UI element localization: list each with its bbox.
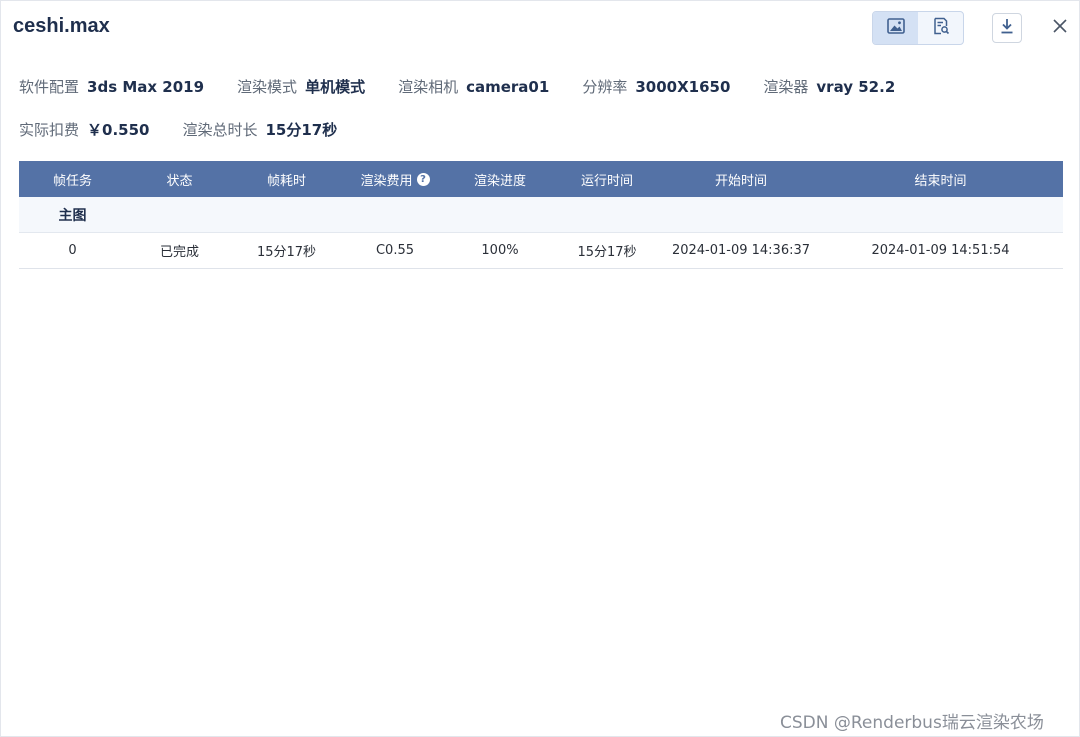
info-value: 单机模式: [305, 78, 366, 96]
document-search-icon: [932, 17, 950, 39]
close-icon: [1052, 18, 1068, 38]
info-value: camera01: [466, 77, 550, 96]
table-row[interactable]: 0 已完成 15分17秒 C0.55 100% 15分17秒 2024-01-0…: [19, 233, 1063, 269]
renderer: 渲染器 vray 52.2: [763, 76, 895, 97]
log-view-button[interactable]: [918, 12, 963, 44]
column-header: 开始时间: [714, 173, 767, 189]
info-label: 渲染相机: [398, 78, 459, 96]
help-icon[interactable]: ?: [416, 172, 430, 186]
render-mode: 渲染模式 单机模式: [237, 76, 365, 97]
image-icon: [886, 18, 905, 38]
column-header: 帧耗时: [266, 173, 306, 189]
column-header: 帧任务: [52, 173, 92, 189]
download-icon: [1000, 18, 1014, 38]
watermark: CSDN @Renderbus瑞云渲染农场: [780, 713, 1044, 733]
column-header-render-cost: 渲染费用 ?: [340, 170, 450, 189]
group-row: 主图: [19, 197, 1063, 233]
image-view-button[interactable]: [873, 12, 918, 44]
info-label: 分辨率: [582, 78, 628, 96]
group-label: 主图: [58, 207, 87, 224]
info-label: 渲染模式: [237, 78, 298, 96]
close-button[interactable]: [1047, 15, 1073, 41]
software-config: 软件配置 3ds Max 2019: [19, 76, 204, 97]
table-cell: 2024-01-09 14:51:54: [871, 243, 1010, 258]
info-label: 软件配置: [19, 78, 80, 96]
actual-cost: 实际扣费 ￥0.550: [19, 119, 149, 140]
info-value: 3ds Max 2019: [87, 77, 205, 96]
info-value: 15分17秒: [265, 121, 338, 139]
column-header: 状态: [166, 173, 193, 189]
cost-info-row: 实际扣费 ￥0.550 渲染总时长 15分17秒: [19, 119, 370, 140]
view-toggle-group: [872, 11, 964, 45]
column-header: 渲染进度: [473, 173, 526, 189]
column-header: 结束时间: [914, 173, 967, 189]
table-cell: 2024-01-09 14:36:37: [671, 243, 811, 258]
info-label: 渲染总时长: [182, 121, 258, 139]
dialog-title: ceshi.max: [13, 15, 110, 37]
info-value: vray 52.2: [816, 77, 896, 96]
column-header-label: 渲染费用: [360, 173, 413, 189]
info-label: 实际扣费: [19, 121, 80, 139]
total-render-time: 渲染总时长 15分17秒: [182, 119, 337, 140]
info-label: 渲染器: [763, 78, 809, 96]
column-header: 运行时间: [580, 173, 633, 189]
info-value: 3000X1650: [635, 77, 731, 96]
table-cell: 已完成: [159, 245, 199, 260]
download-button[interactable]: [992, 13, 1022, 43]
task-detail-dialog: ceshi.max 软件配置 3ds Max 2019 渲染模式 单机模式 渲染…: [0, 0, 1080, 737]
table-header: 帧任务 状态 帧耗时 渲染费用 ? 渲染进度 运行时间 开始时间 结束时间: [19, 161, 1063, 197]
render-info-row: 软件配置 3ds Max 2019 渲染模式 单机模式 渲染相机 camera0…: [19, 76, 928, 97]
table-cell: 0: [68, 243, 77, 258]
table-cell: 15分17秒: [577, 245, 637, 260]
resolution: 分辨率 3000X1650: [582, 76, 730, 97]
table-cell: C0.55: [375, 243, 415, 258]
table-cell: 15分17秒: [256, 245, 317, 260]
frame-task-table: 帧任务 状态 帧耗时 渲染费用 ? 渲染进度 运行时间 开始时间 结束时间 主图…: [19, 161, 1063, 269]
table-cell: 100%: [481, 243, 519, 258]
render-camera: 渲染相机 camera01: [398, 76, 549, 97]
info-value: ￥0.550: [87, 121, 150, 139]
